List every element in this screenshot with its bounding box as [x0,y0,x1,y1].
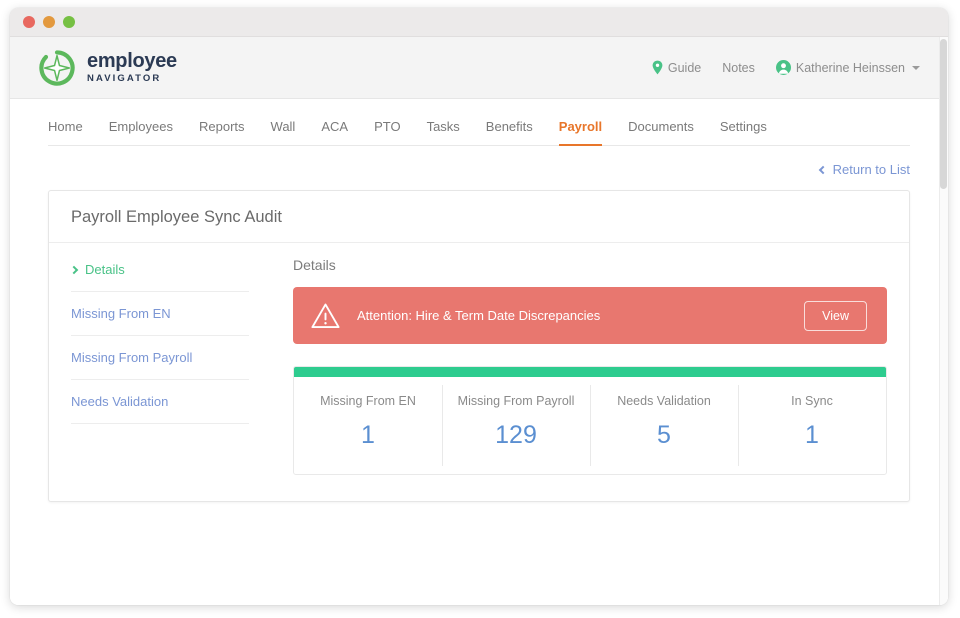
stat-value: 5 [596,421,732,450]
notes-label: Notes [722,61,755,75]
nav-item-pto[interactable]: PTO [374,119,401,145]
discrepancy-alert: Attention: Hire & Term Date Discrepancie… [293,287,887,344]
sidebar-item-details[interactable]: Details [71,248,249,292]
return-to-list-label: Return to List [833,162,910,177]
nav-item-wall[interactable]: Wall [271,119,296,145]
scrollbar-thumb[interactable] [940,39,947,189]
main-nav: Home Employees Reports Wall ACA PTO Task… [10,99,948,146]
app-header: employee NAVIGATOR Guide Notes [10,37,948,99]
stat-label: Missing From EN [300,394,436,408]
brand-subtitle: NAVIGATOR [87,74,177,84]
stat-label: In Sync [744,394,880,408]
browser-window: employee NAVIGATOR Guide Notes [10,8,948,605]
stats-row: Missing From EN 1 Missing From Payroll 1… [294,377,886,474]
return-to-list-row: Return to List [48,146,910,190]
nav-list: Home Employees Reports Wall ACA PTO Task… [48,99,910,146]
nav-item-payroll[interactable]: Payroll [559,119,602,145]
nav-item-aca[interactable]: ACA [321,119,348,145]
nav-item-reports[interactable]: Reports [199,119,245,145]
nav-item-employees[interactable]: Employees [109,119,173,145]
sync-stats: Missing From EN 1 Missing From Payroll 1… [293,366,887,475]
stat-value: 1 [300,421,436,450]
page-title: Payroll Employee Sync Audit [49,191,909,243]
notes-link[interactable]: Notes [722,61,755,75]
vertical-scrollbar[interactable] [939,37,948,605]
sidebar-item-missing-from-en[interactable]: Missing From EN [71,292,249,336]
nav-item-settings[interactable]: Settings [720,119,767,145]
progress-bar [294,367,886,377]
stat-value: 129 [448,421,584,450]
stat-missing-from-en[interactable]: Missing From EN 1 [294,377,442,474]
card-body: Details Missing From EN Missing From Pay… [49,243,909,475]
maximize-window-button[interactable] [63,16,75,28]
user-avatar-icon [776,60,791,75]
nav-item-benefits[interactable]: Benefits [486,119,533,145]
chevron-left-icon [818,165,826,173]
sync-audit-card: Payroll Employee Sync Audit Details Miss… [48,190,910,502]
sidebar-item-label: Needs Validation [71,394,168,409]
close-window-button[interactable] [23,16,35,28]
window-titlebar [10,8,948,37]
guide-label: Guide [668,61,701,75]
audit-side-nav: Details Missing From EN Missing From Pay… [49,243,271,475]
page-viewport: employee NAVIGATOR Guide Notes [10,37,948,605]
alert-message: Attention: Hire & Term Date Discrepancie… [357,308,788,323]
user-name: Katherine Heinssen [796,61,905,75]
stat-needs-validation[interactable]: Needs Validation 5 [590,377,738,474]
sidebar-item-missing-from-payroll[interactable]: Missing From Payroll [71,336,249,380]
user-menu[interactable]: Katherine Heinssen [776,60,920,75]
brand-logo[interactable]: employee NAVIGATOR [38,49,177,87]
panel-title: Details [293,248,887,287]
compass-star-icon [38,49,76,87]
chevron-right-icon [70,265,78,273]
map-pin-icon [652,60,663,75]
caret-down-icon [912,66,920,70]
guide-link[interactable]: Guide [652,60,701,75]
sidebar-item-label: Missing From EN [71,306,171,321]
stat-label: Needs Validation [596,394,732,408]
brand-name: employee [87,51,177,71]
return-to-list-link[interactable]: Return to List [820,162,910,177]
stat-value: 1 [744,421,880,450]
stat-in-sync[interactable]: In Sync 1 [738,377,886,474]
warning-triangle-icon [310,302,341,330]
nav-item-tasks[interactable]: Tasks [427,119,460,145]
sidebar-item-needs-validation[interactable]: Needs Validation [71,380,249,424]
details-panel: Details Attention: Hire & Term Date Disc… [271,243,909,475]
stat-label: Missing From Payroll [448,394,584,408]
sidebar-item-label: Missing From Payroll [71,350,192,365]
view-button[interactable]: View [804,301,867,331]
stat-missing-from-payroll[interactable]: Missing From Payroll 129 [442,377,590,474]
sidebar-item-label: Details [85,262,125,277]
header-actions: Guide Notes Katherine Heinssen [652,60,920,75]
page-content: Return to List Payroll Employee Sync Aud… [10,146,948,502]
nav-item-home[interactable]: Home [48,119,83,145]
nav-item-documents[interactable]: Documents [628,119,694,145]
minimize-window-button[interactable] [43,16,55,28]
